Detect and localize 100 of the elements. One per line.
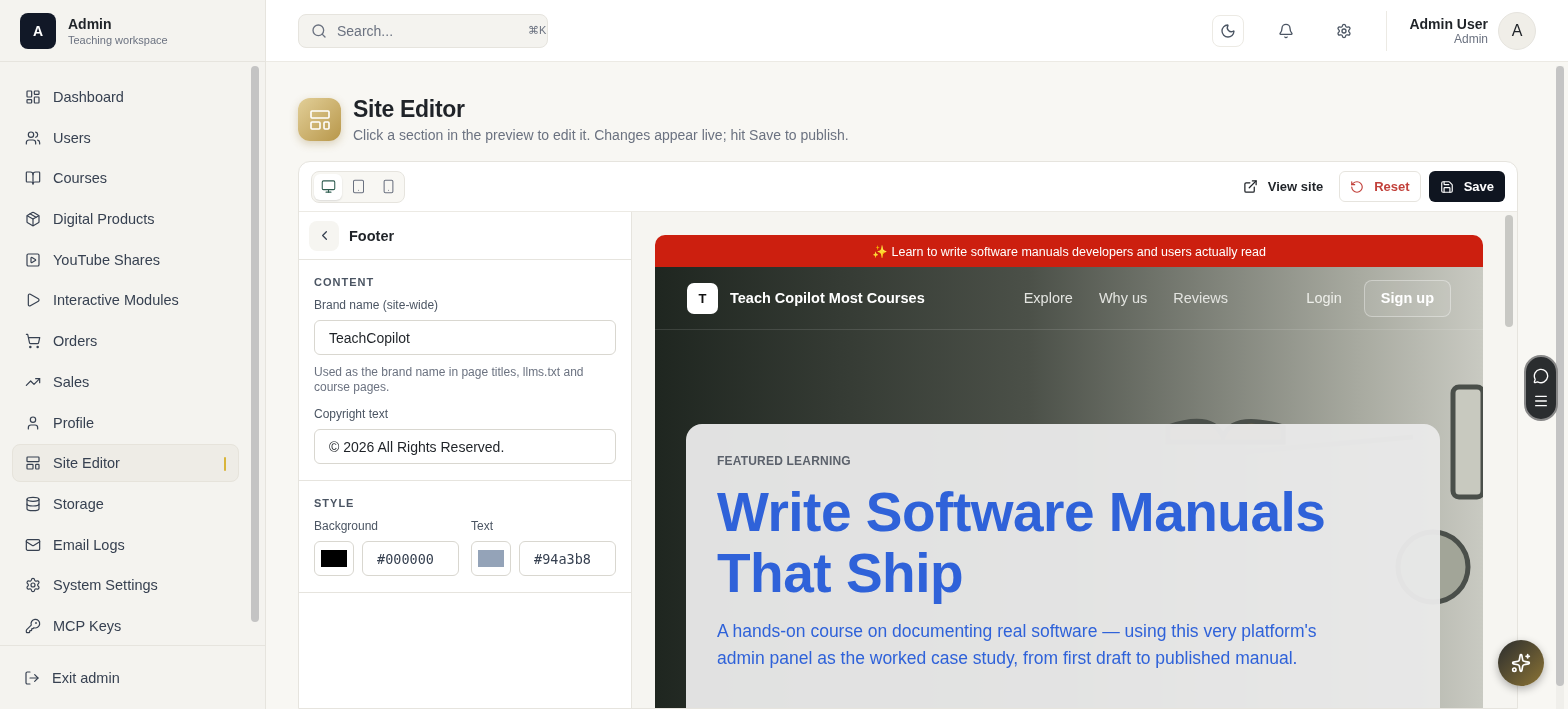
help-text: Used as the brand name in page titles, llms.txt and course pages. <box>314 365 585 395</box>
monitor-icon <box>320 179 336 194</box>
shortcut-hint: ⌘K <box>528 24 547 37</box>
tablet-icon <box>350 179 366 194</box>
sidebar-item-label: Site Editor <box>53 455 120 472</box>
site-brand: Teach Copilot Most Courses <box>730 290 925 306</box>
sidebar-item[interactable]: Orders <box>12 322 239 361</box>
sidebar-item-label: Digital Products <box>53 211 155 227</box>
field-label: Background <box>314 519 380 533</box>
sidebar-item-label: System Settings <box>53 577 158 594</box>
database-icon <box>25 496 41 513</box>
workspace-logo: A <box>20 12 56 49</box>
field-label: Text <box>471 519 494 533</box>
sidebar-item-label: Email Logs <box>53 536 125 553</box>
bell-icon <box>1278 22 1295 39</box>
workspace-name: Admin <box>68 15 113 32</box>
sidebar-item[interactable]: Site Editor <box>12 444 239 483</box>
cart-icon <box>25 333 41 350</box>
external-link-icon <box>1242 179 1258 194</box>
search-field[interactable]: Search... ⌘K <box>298 13 548 48</box>
book-icon <box>25 170 41 187</box>
page-title: Site Editor <box>353 96 466 123</box>
panel-title: Footer <box>349 227 395 244</box>
hero-lead: A hands-on course on documenting real software — using this very platform's admin panel as the worked case study, from first draft to published manual. <box>717 620 1318 670</box>
hero-headline: Write Software Manuals That Ship <box>717 482 1327 604</box>
sidebar-item[interactable]: Dashboard <box>12 78 239 116</box>
user-icon <box>25 414 41 431</box>
sidebar-item-label: Interactive Modules <box>53 292 179 309</box>
save-button[interactable]: Save <box>1428 171 1505 202</box>
save-icon <box>1439 179 1454 194</box>
sidebar-item-label: Courses <box>53 170 107 187</box>
site-nav-link[interactable]: Why us <box>1098 290 1148 306</box>
search-input[interactable]: Search... <box>335 21 520 40</box>
sidebar-item-label: Users <box>53 129 91 146</box>
users-icon <box>25 129 41 146</box>
key-icon <box>25 618 41 635</box>
scrollbar[interactable] <box>1556 66 1564 686</box>
sidebar-item-label: MCP Keys <box>53 618 122 635</box>
phone-icon <box>380 179 396 194</box>
view-site-link[interactable]: View site <box>1242 179 1324 194</box>
section-heading: STYLE <box>314 497 356 509</box>
settings-icon <box>25 577 41 594</box>
color-picker[interactable] <box>471 541 511 576</box>
package-icon <box>25 211 41 227</box>
sidebar-item-label: YouTube Shares <box>53 251 160 268</box>
desktop-view-button[interactable] <box>314 173 342 200</box>
section-heading: CONTENT <box>314 276 376 288</box>
exit-admin-link[interactable]: Exit admin <box>0 645 265 709</box>
field-label: Copyright text <box>314 407 390 421</box>
video-icon <box>25 251 41 268</box>
announcement-bar: ✨ Learn to write software manuals developers and users actually read <box>655 235 1483 267</box>
sidebar-item[interactable]: Courses <box>12 159 239 198</box>
sidebar-item[interactable]: YouTube Shares <box>12 240 239 279</box>
sidebar-item[interactable]: Profile <box>12 403 239 442</box>
sparkles-icon <box>1511 653 1531 673</box>
sidebar-item[interactable]: Interactive Modules <box>12 281 239 320</box>
workspace-subtitle: Teaching workspace <box>68 33 168 46</box>
scrollbar[interactable] <box>251 66 259 622</box>
layout-icon <box>298 98 341 141</box>
sidebar-item[interactable]: Email Logs <box>12 525 239 564</box>
user-avatar[interactable]: A <box>1498 11 1536 50</box>
sidebar-item[interactable]: Sales <box>12 363 239 401</box>
hex-field[interactable]: #000000 <box>362 541 459 576</box>
scrollbar[interactable] <box>1505 215 1513 327</box>
site-logo: T <box>687 282 718 314</box>
search-icon <box>311 22 327 39</box>
undo-icon <box>1350 179 1365 194</box>
sidebar-item-label: Dashboard <box>53 88 124 105</box>
layout-icon <box>25 455 41 472</box>
sidebar-item[interactable]: Users <box>12 118 239 157</box>
hex-field[interactable]: #94a3b8 <box>519 541 616 576</box>
sidebar-item-label: Orders <box>53 333 98 350</box>
exit-admin-label: Exit admin <box>52 669 120 686</box>
chat-icon <box>1533 367 1549 384</box>
sidebar-item[interactable]: Storage <box>12 485 239 523</box>
user-name: Admin User <box>1409 15 1488 32</box>
mail-icon <box>25 536 41 553</box>
moon-icon <box>1220 22 1237 39</box>
copyright-field[interactable]: © 2026 All Rights Reserved. <box>314 429 616 464</box>
sidebar-item[interactable]: System Settings <box>12 566 239 605</box>
active-indicator <box>224 457 226 472</box>
site-nav-link[interactable]: Explore <box>1023 290 1073 306</box>
chat-button[interactable] <box>1533 367 1549 384</box>
field-label: Brand name (site-wide) <box>314 298 440 312</box>
dashboard-icon <box>25 88 41 105</box>
theme-toggle-button[interactable] <box>1212 14 1245 47</box>
sidebar-item[interactable]: Digital Products <box>12 200 239 238</box>
brand-name-field[interactable]: TeachCopilot <box>314 320 616 355</box>
sidebar-item[interactable]: MCP Keys <box>12 607 239 645</box>
reset-button[interactable]: Reset <box>1339 171 1421 202</box>
sidebar-item-label: Storage <box>53 496 104 513</box>
user-role: Admin <box>1454 31 1488 46</box>
color-picker[interactable] <box>314 541 354 576</box>
page-subtitle: Click a section in the preview to edit it. Changes appear live; hit Save to publish. <box>353 127 849 143</box>
hero-eyebrow: FEATURED LEARNING <box>717 454 852 468</box>
sidebar-item-label: Profile <box>53 414 95 431</box>
settings-icon <box>1336 22 1353 39</box>
sidebar-item-label: Sales <box>53 373 90 390</box>
assistant-button[interactable] <box>1498 640 1544 686</box>
logout-icon <box>24 669 40 686</box>
